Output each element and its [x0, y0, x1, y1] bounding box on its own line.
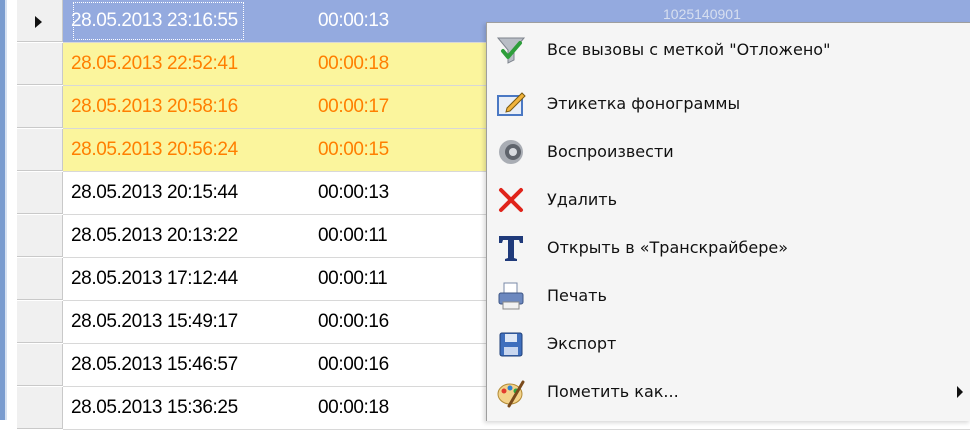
call-duration[interactable]: 00:00:16	[318, 301, 389, 343]
speaker-play-icon	[495, 136, 527, 168]
row-indicator[interactable]	[17, 0, 63, 42]
export-disk-icon	[495, 328, 527, 360]
call-datetime[interactable]: 28.05.2013 20:15:44	[71, 172, 238, 214]
menu-item-label: Воспроизвести	[547, 142, 674, 161]
submenu-arrow-icon	[957, 386, 963, 398]
current-row-arrow-icon	[35, 16, 42, 28]
call-duration[interactable]: 00:00:15	[318, 129, 389, 171]
row-indicator[interactable]	[17, 43, 63, 85]
grid-left-border	[0, 0, 7, 420]
menu-item-label: Этикетка фонограммы	[547, 94, 741, 113]
call-datetime[interactable]: 28.05.2013 23:16:55	[71, 0, 246, 42]
menu-item-open-transcriber[interactable]: Открыть в «Транскрайбере»	[487, 225, 970, 271]
menu-item-phonogram-label[interactable]: Этикетка фонограммы	[487, 81, 970, 127]
row-indicator[interactable]	[17, 172, 63, 214]
menu-item-label: Удалить	[547, 190, 617, 209]
menu-item-export[interactable]: Экспорт	[487, 321, 970, 367]
row-indicator[interactable]	[17, 129, 63, 171]
row-indicator[interactable]	[17, 215, 63, 257]
call-duration[interactable]: 00:00:16	[318, 344, 389, 386]
call-duration[interactable]: 00:00:17	[318, 86, 389, 128]
call-duration[interactable]: 00:00:11	[318, 215, 388, 257]
delete-x-icon	[495, 184, 527, 216]
call-duration[interactable]: 00:00:11	[318, 258, 388, 300]
call-duration[interactable]: 00:00:18	[318, 43, 389, 85]
transcriber-t-icon	[495, 232, 527, 264]
row-indicator[interactable]	[17, 86, 63, 128]
call-duration[interactable]: 00:00:18	[318, 387, 389, 429]
call-datetime[interactable]: 28.05.2013 20:13:22	[71, 215, 238, 257]
call-datetime[interactable]: 28.05.2013 15:36:25	[71, 387, 238, 429]
menu-item-label: Экспорт	[547, 334, 617, 353]
call-datetime[interactable]: 28.05.2013 20:56:24	[71, 129, 238, 171]
menu-item-label: Пометить как...	[547, 382, 679, 401]
call-datetime[interactable]: 28.05.2013 17:12:44	[71, 258, 238, 300]
row-indicator[interactable]	[17, 301, 63, 343]
menu-item-play[interactable]: Воспроизвести	[487, 129, 970, 175]
menu-item-print[interactable]: Печать	[487, 273, 970, 319]
call-number: 1025140901	[663, 6, 741, 22]
menu-item-filter-postponed[interactable]: Все вызовы с меткой "Отложено"	[487, 27, 970, 73]
menu-item-mark-as[interactable]: Пометить как...	[487, 369, 970, 415]
call-datetime[interactable]: 28.05.2013 22:52:41	[71, 43, 238, 85]
call-datetime[interactable]: 28.05.2013 20:58:16	[71, 86, 238, 128]
menu-item-label: Открыть в «Транскрайбере»	[547, 238, 789, 257]
menu-item-label: Все вызовы с меткой "Отложено"	[547, 40, 831, 59]
context-menu: Все вызовы с меткой "Отложено" Этикетка …	[486, 22, 970, 421]
menu-item-delete[interactable]: Удалить	[487, 177, 970, 223]
row-indicator[interactable]	[17, 258, 63, 300]
menu-item-label: Печать	[547, 286, 607, 305]
call-datetime[interactable]: 28.05.2013 15:49:17	[71, 301, 238, 343]
call-duration[interactable]: 00:00:13	[318, 172, 389, 214]
label-edit-icon	[495, 88, 527, 120]
row-indicator[interactable]	[17, 344, 63, 386]
call-datetime[interactable]: 28.05.2013 15:46:57	[71, 344, 238, 386]
filter-funnel-icon	[495, 34, 527, 66]
row-indicator[interactable]	[17, 387, 63, 429]
call-duration[interactable]: 00:00:13	[318, 0, 389, 42]
mark-palette-icon	[495, 376, 527, 408]
printer-icon	[495, 280, 527, 312]
